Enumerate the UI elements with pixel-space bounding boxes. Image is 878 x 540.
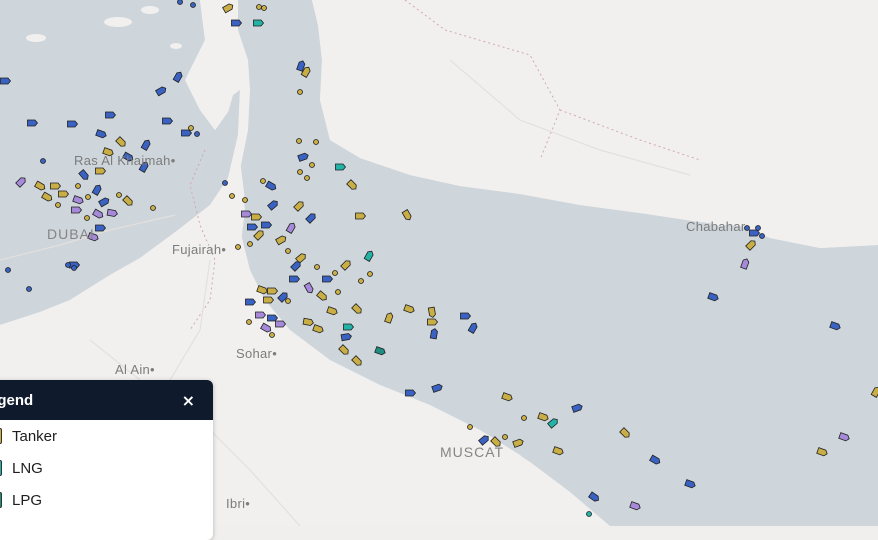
legend-item-label: LNG	[12, 460, 43, 477]
legend-item-lng[interactable]: LNG	[0, 452, 213, 484]
vessel-dot[interactable]	[305, 176, 310, 181]
vessel-dot[interactable]	[85, 216, 90, 221]
vessel-dot[interactable]	[223, 181, 228, 186]
lpg-swatch	[0, 492, 2, 508]
vessel-marker[interactable]	[242, 211, 252, 217]
vessel-marker[interactable]	[256, 312, 266, 318]
vessel-dot[interactable]	[315, 265, 320, 270]
vessel-dot[interactable]	[6, 268, 11, 273]
vessel-dot[interactable]	[236, 245, 241, 250]
vessel-dot[interactable]	[248, 242, 253, 247]
vessel-marker[interactable]	[356, 213, 366, 219]
vessel-dot[interactable]	[243, 198, 248, 203]
legend-item-lpg[interactable]: LPG	[0, 484, 213, 516]
legend-panel: egend × Tanker LNG LPG	[0, 380, 213, 540]
vessel-dot[interactable]	[760, 234, 765, 239]
vessel-dot[interactable]	[257, 5, 262, 10]
vessel-dot[interactable]	[262, 6, 267, 11]
vessel-dot[interactable]	[314, 140, 319, 145]
vessel-dot[interactable]	[247, 320, 252, 325]
place-label-fujairah: Fujairah•	[172, 242, 226, 257]
vessel-dot[interactable]	[298, 90, 303, 95]
vessel-marker[interactable]	[290, 276, 300, 282]
place-label-al-ain: Al Ain•	[115, 362, 155, 377]
vessel-marker[interactable]	[246, 299, 256, 305]
tanker-swatch	[0, 428, 2, 444]
place-label-sohar: Sohar•	[236, 346, 277, 361]
vessel-dot[interactable]	[368, 272, 373, 277]
vessel-dot[interactable]	[359, 279, 364, 284]
vessel-dot[interactable]	[587, 512, 592, 517]
vessel-dot[interactable]	[522, 416, 527, 421]
vessel-marker[interactable]	[344, 324, 354, 330]
vessel-marker[interactable]	[268, 315, 278, 321]
vessel-dot[interactable]	[270, 333, 275, 338]
vessel-dot[interactable]	[286, 249, 291, 254]
vessel-marker[interactable]	[182, 130, 192, 136]
vessel-marker[interactable]	[461, 313, 471, 319]
vessel-dot[interactable]	[27, 287, 32, 292]
vessel-dot[interactable]	[756, 226, 761, 231]
vessel-marker[interactable]	[68, 121, 78, 127]
vessel-marker[interactable]	[264, 297, 274, 303]
vessel-marker[interactable]	[323, 276, 333, 282]
vessel-marker[interactable]	[72, 207, 82, 213]
vessel-dot[interactable]	[336, 290, 341, 295]
vessel-marker[interactable]	[28, 120, 38, 126]
vessel-marker[interactable]	[428, 319, 438, 325]
place-label-ras-al-khaimah: Ras Al Khaimah•	[74, 153, 176, 168]
vessel-marker[interactable]	[252, 214, 262, 220]
vessel-dot[interactable]	[72, 266, 77, 271]
vessel-dot[interactable]	[76, 184, 81, 189]
legend-item-label: LPG	[12, 492, 42, 509]
vessel-dot[interactable]	[56, 203, 61, 208]
legend-item-label: Tanker	[12, 428, 57, 445]
place-label-muscat: MUSCAT	[440, 444, 504, 460]
vessel-dot[interactable]	[86, 195, 91, 200]
vessel-dot[interactable]	[310, 163, 315, 168]
vessel-dot[interactable]	[195, 132, 200, 137]
vessel-dot[interactable]	[189, 126, 194, 131]
vessel-dot[interactable]	[178, 0, 183, 5]
vessel-marker[interactable]	[254, 20, 264, 26]
place-label-dubai: DUBAI	[47, 226, 95, 242]
place-label-ibri: Ibri•	[226, 496, 250, 511]
vessel-marker[interactable]	[248, 224, 258, 230]
vessel-marker[interactable]	[232, 20, 242, 26]
vessel-marker[interactable]	[59, 191, 69, 197]
lng-swatch	[0, 460, 2, 476]
vessel-marker[interactable]	[51, 183, 61, 189]
legend-header: egend ×	[0, 380, 213, 420]
vessel-marker[interactable]	[96, 225, 106, 231]
vessel-dot[interactable]	[468, 425, 473, 430]
vessel-dot[interactable]	[333, 271, 338, 276]
vessel-dot[interactable]	[297, 139, 302, 144]
close-icon[interactable]: ×	[182, 391, 195, 410]
vessel-dot[interactable]	[117, 193, 122, 198]
vessel-dot[interactable]	[298, 170, 303, 175]
vessel-marker[interactable]	[406, 390, 416, 396]
vessel-marker[interactable]	[268, 288, 278, 294]
vessel-dot[interactable]	[41, 159, 46, 164]
legend-title: egend	[0, 392, 33, 409]
vessel-marker[interactable]	[276, 321, 286, 327]
vessel-marker[interactable]	[336, 164, 346, 170]
vessel-marker[interactable]	[163, 118, 173, 124]
legend-item-tanker[interactable]: Tanker	[0, 420, 213, 452]
vessel-dot[interactable]	[230, 194, 235, 199]
vessel-dot[interactable]	[286, 299, 291, 304]
vessel-marker[interactable]	[262, 222, 272, 228]
vessel-dot[interactable]	[191, 3, 196, 8]
vessel-dot[interactable]	[66, 263, 71, 268]
place-label-chabahar: Chabahar	[686, 219, 746, 234]
vessel-marker[interactable]	[106, 112, 116, 118]
vessel-dot[interactable]	[151, 206, 156, 211]
vessel-marker[interactable]	[96, 168, 106, 174]
vessel-marker[interactable]	[1, 78, 11, 84]
vessel-dot[interactable]	[503, 435, 508, 440]
vessel-dot[interactable]	[261, 179, 266, 184]
